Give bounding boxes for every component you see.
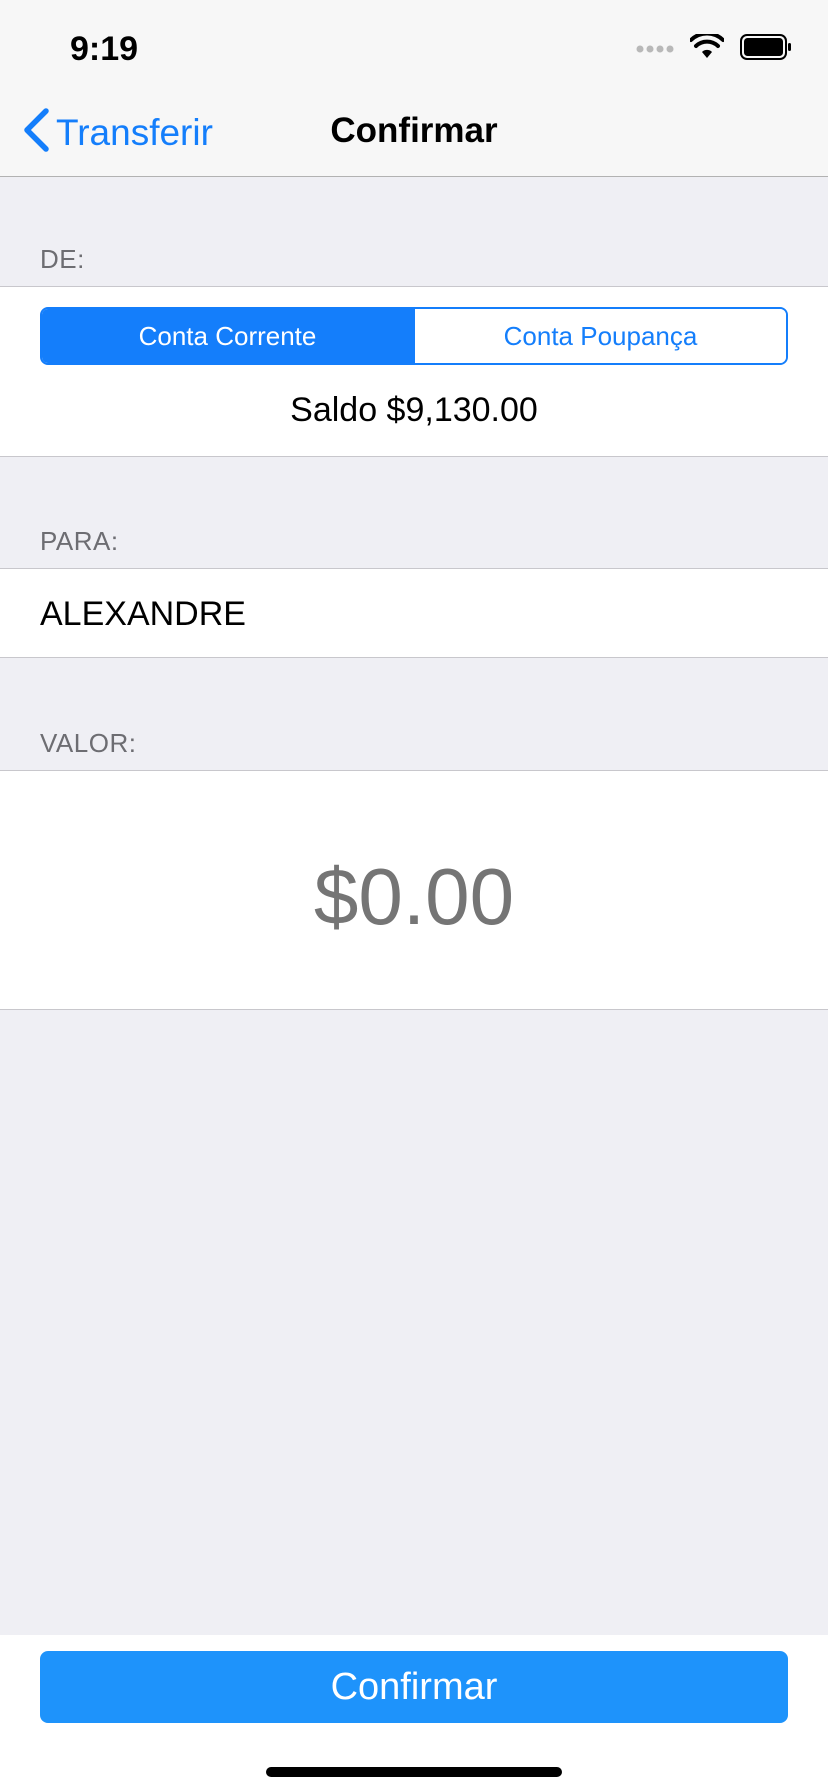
amount-group [0,770,828,1010]
to-section-header: PARA: [40,526,119,556]
confirm-button[interactable]: Confirmar [40,1651,788,1723]
status-time: 9:19 [70,30,139,68]
battery-icon [740,34,792,65]
from-account-group: Conta Corrente Conta Poupança Saldo $9,1… [0,286,828,457]
recipient-group: ALEXANDRE [0,568,828,658]
segment-conta-corrente[interactable]: Conta Corrente [42,309,413,363]
wifi-icon [689,31,725,65]
page-title: Confirmar [330,111,498,150]
confirm-transfer-screen: 9:19 Transferir Confirmar DE: Conta Corr… [0,0,828,1792]
recipient-name: ALEXANDRE [40,595,246,633]
account-type-selector: Conta Corrente Conta Poupança [40,307,788,365]
amount-input[interactable] [0,851,828,943]
home-indicator [266,1767,562,1777]
status-icons [636,31,792,65]
from-section-header: DE: [40,244,85,274]
navigation-bar: 9:19 Transferir Confirmar [0,0,828,177]
signal-dots-icon [636,41,674,59]
bottom-panel: Confirmar [0,1635,828,1792]
balance-label: Saldo $9,130.00 [290,391,538,429]
amount-section-header: VALOR: [40,728,137,758]
segment-conta-poupanca[interactable]: Conta Poupança [413,309,786,363]
